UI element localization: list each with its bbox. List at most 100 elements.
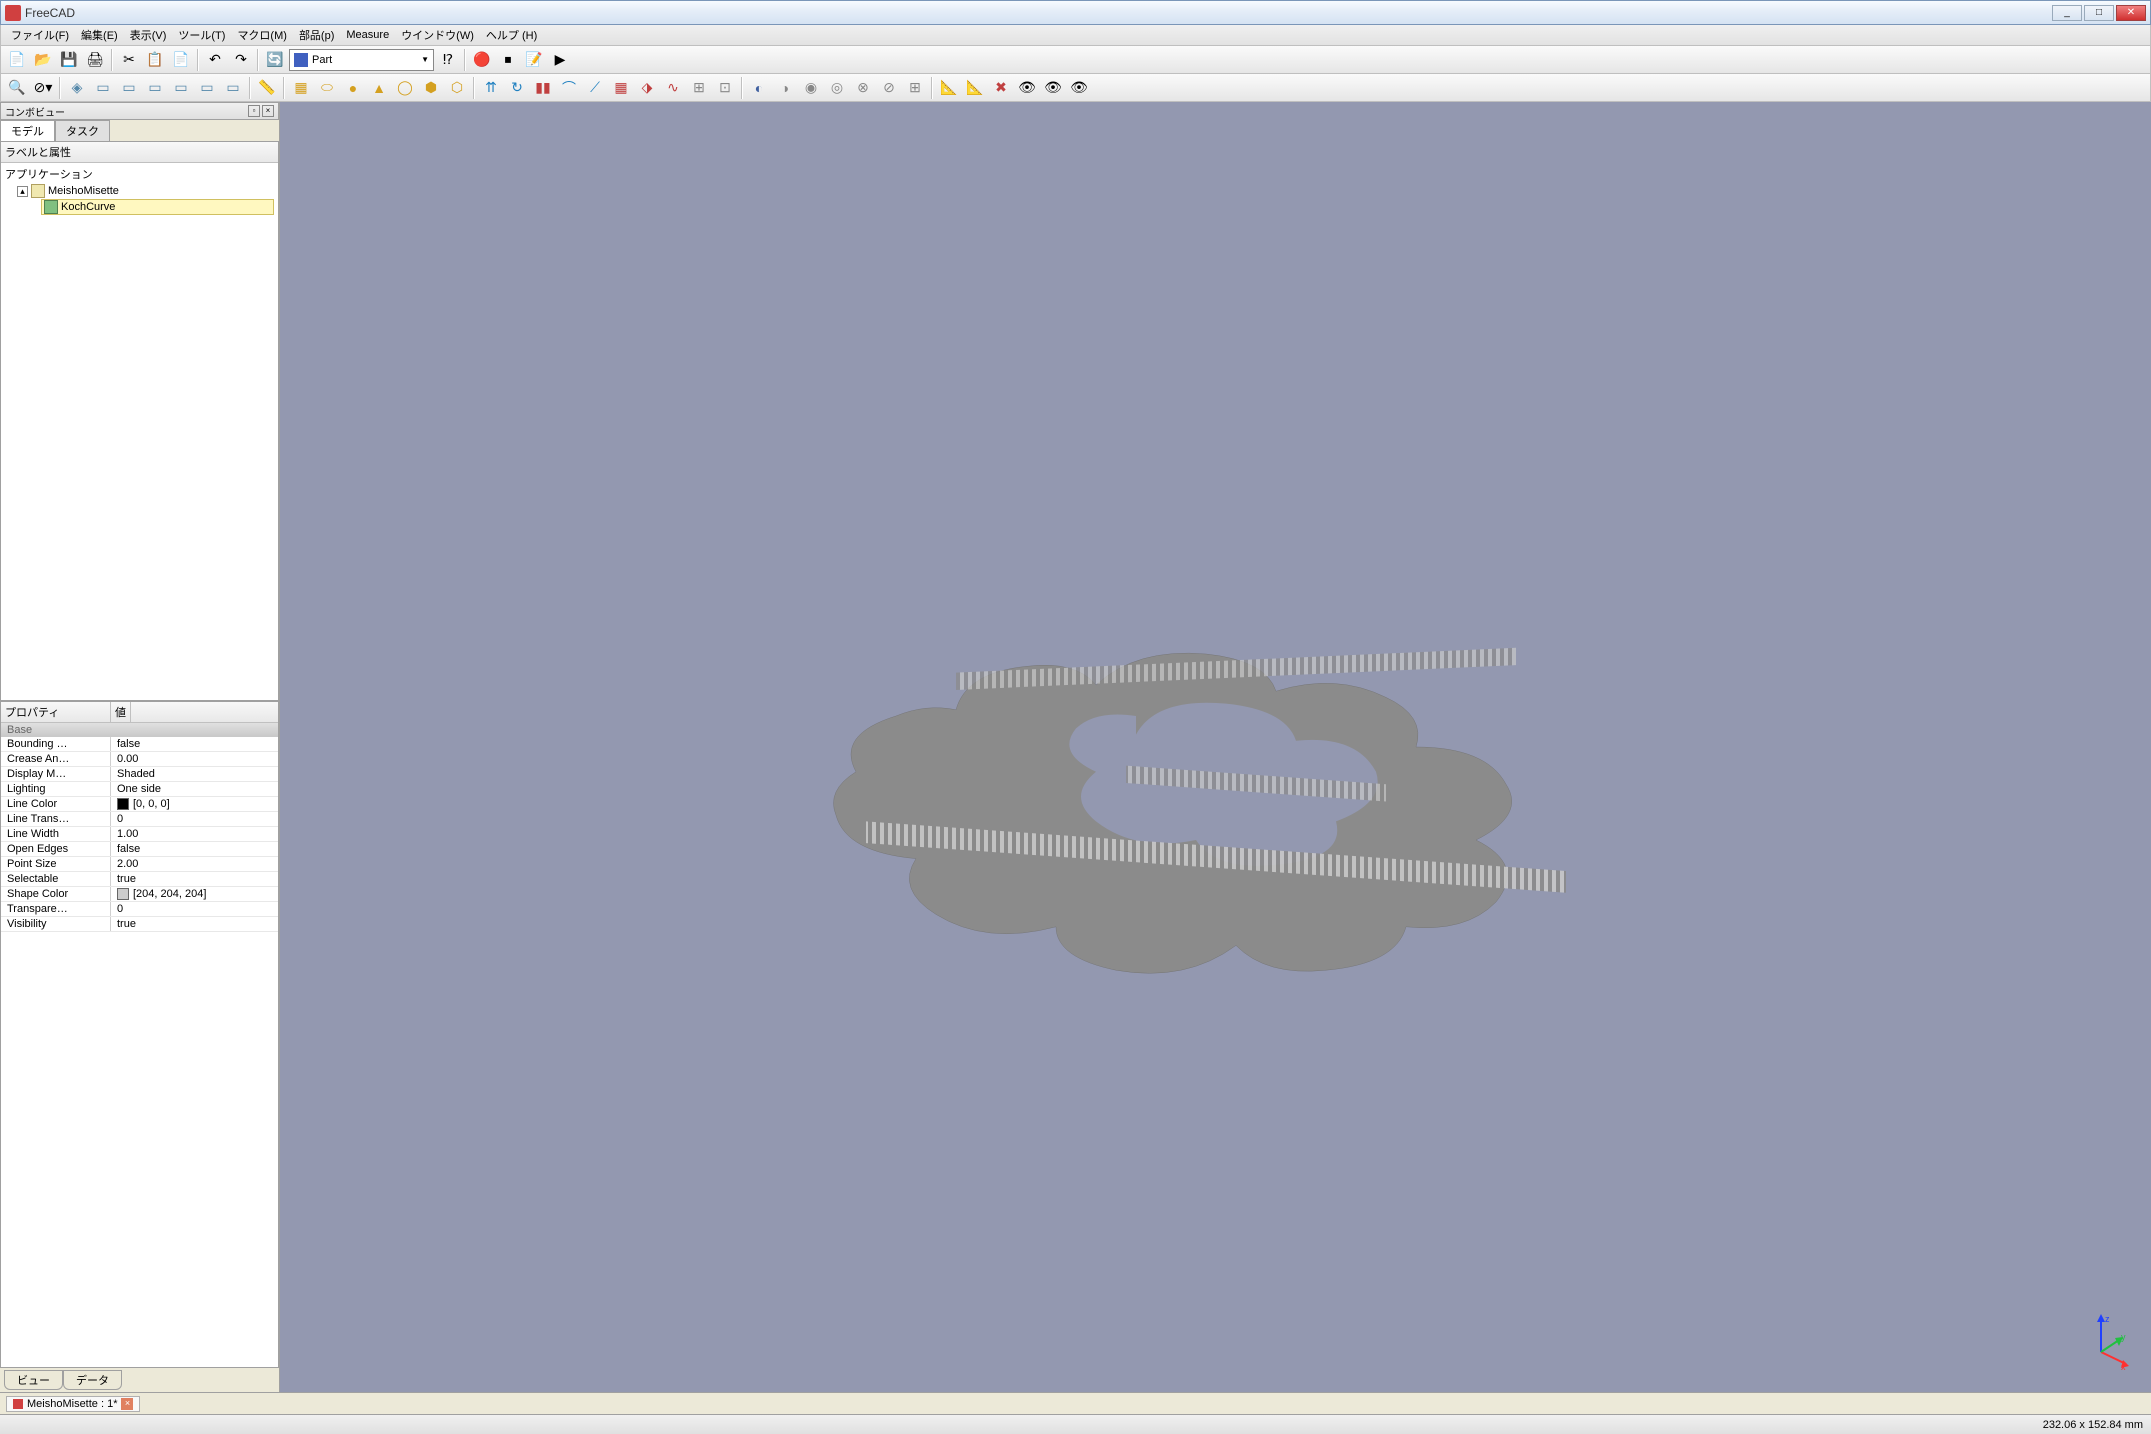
measure-linear-button[interactable]: 📐 — [937, 76, 961, 100]
union-button[interactable]: ◉ — [799, 76, 823, 100]
save-button[interactable]: 💾 — [57, 48, 81, 72]
refresh-button[interactable]: 🔄 — [263, 48, 287, 72]
tree-object[interactable]: KochCurve — [41, 199, 274, 215]
tab-task[interactable]: タスク — [55, 120, 110, 141]
offset-button[interactable]: ⊞ — [687, 76, 711, 100]
top-view-button[interactable]: ▭ — [117, 76, 141, 100]
property-row[interactable]: Line Width1.00 — [1, 827, 278, 842]
ruled-button[interactable]: ▦ — [609, 76, 633, 100]
loft-button[interactable]: ⬗ — [635, 76, 659, 100]
box-button[interactable]: ▦ — [289, 76, 313, 100]
cut-button[interactable]: ✂ — [117, 48, 141, 72]
property-value[interactable]: 0 — [111, 812, 278, 826]
cone-button[interactable]: ▲ — [367, 76, 391, 100]
property-row[interactable]: Shape Color[204, 204, 204] — [1, 887, 278, 902]
property-row[interactable]: Transpare…0 — [1, 902, 278, 917]
collapse-icon[interactable]: ▴ — [17, 186, 28, 197]
measure-angular-button[interactable]: 📐 — [963, 76, 987, 100]
close-button[interactable]: ✕ — [2116, 5, 2146, 21]
menu-file[interactable]: ファイル(F) — [5, 25, 75, 45]
macro-stop-button[interactable]: ⏹ — [496, 48, 520, 72]
right-view-button[interactable]: ▭ — [143, 76, 167, 100]
tree-root[interactable]: アプリケーション — [5, 165, 274, 183]
fit-all-button[interactable]: 🔍 — [5, 76, 29, 100]
property-value[interactable]: Shaded — [111, 767, 278, 781]
workbench-selector[interactable]: Part ▼ — [289, 49, 434, 71]
cross-button[interactable]: ⊘ — [877, 76, 901, 100]
property-value[interactable]: [204, 204, 204] — [111, 887, 278, 901]
paste-button[interactable]: 📄 — [169, 48, 193, 72]
copy-button[interactable]: 📋 — [143, 48, 167, 72]
menu-edit[interactable]: 編集(E) — [75, 25, 124, 45]
3d-viewport[interactable]: z x y — [280, 102, 2151, 1392]
dock-float-button[interactable]: ▫ — [248, 105, 260, 117]
property-row[interactable]: Display M…Shaded — [1, 767, 278, 782]
boolean-button[interactable]: ◐ — [747, 76, 771, 100]
measure-button[interactable]: 📏 — [255, 76, 279, 100]
property-value[interactable]: 1.00 — [111, 827, 278, 841]
property-value[interactable]: true — [111, 917, 278, 931]
new-button[interactable]: 📄 — [5, 48, 29, 72]
bottom-view-button[interactable]: ▭ — [195, 76, 219, 100]
redo-button[interactable]: ↷ — [229, 48, 253, 72]
menu-part[interactable]: 部品(p) — [293, 25, 340, 45]
compound-button[interactable]: ⊞ — [903, 76, 927, 100]
property-value[interactable]: [0, 0, 0] — [111, 797, 278, 811]
close-tab-button[interactable]: × — [121, 1398, 133, 1410]
shapebuilder-button[interactable]: ⬡ — [445, 76, 469, 100]
measure-clear-button[interactable]: ✖ — [989, 76, 1013, 100]
intersect-button[interactable]: ◎ — [825, 76, 849, 100]
section-button[interactable]: ⊗ — [851, 76, 875, 100]
whatsthis-button[interactable]: ⁉ — [436, 48, 460, 72]
left-view-button[interactable]: ▭ — [221, 76, 245, 100]
macro-run-button[interactable]: ▶ — [548, 48, 572, 72]
property-row[interactable]: Crease An…0.00 — [1, 752, 278, 767]
thickness-button[interactable]: ⊡ — [713, 76, 737, 100]
doc-tab-active[interactable]: MeishoMisette : 1* × — [6, 1396, 140, 1412]
measure-toggle-button[interactable]: 👁 — [1015, 76, 1039, 100]
property-value[interactable]: 0 — [111, 902, 278, 916]
cylinder-button[interactable]: ⬭ — [315, 76, 339, 100]
print-button[interactable]: 🖨 — [83, 48, 107, 72]
draw-style-button[interactable]: ⊘▾ — [31, 76, 55, 100]
minimize-button[interactable]: _ — [2052, 5, 2082, 21]
property-row[interactable]: Point Size2.00 — [1, 857, 278, 872]
property-value[interactable]: 0.00 — [111, 752, 278, 766]
fillet-button[interactable]: ⌒ — [557, 76, 581, 100]
menu-tools[interactable]: ツール(T) — [172, 25, 231, 45]
rear-view-button[interactable]: ▭ — [169, 76, 193, 100]
tree-doc[interactable]: ▴ MeishoMisette — [17, 183, 274, 199]
tab-model[interactable]: モデル — [0, 120, 55, 141]
tab-view[interactable]: ビュー — [4, 1370, 63, 1390]
property-row[interactable]: LightingOne side — [1, 782, 278, 797]
menu-view[interactable]: 表示(V) — [124, 25, 173, 45]
property-row[interactable]: Open Edgesfalse — [1, 842, 278, 857]
measure-toggle3d-button[interactable]: 👁 — [1041, 76, 1065, 100]
macro-edit-button[interactable]: 📝 — [522, 48, 546, 72]
property-value[interactable]: false — [111, 737, 278, 751]
menu-windows[interactable]: ウインドウ(W) — [395, 25, 480, 45]
tab-data[interactable]: データ — [63, 1370, 122, 1390]
menu-measure[interactable]: Measure — [340, 27, 395, 43]
torus-button[interactable]: ◯ — [393, 76, 417, 100]
revolve-button[interactable]: ↻ — [505, 76, 529, 100]
undo-button[interactable]: ↶ — [203, 48, 227, 72]
tree-view[interactable]: ラベルと属性 アプリケーション ▴ MeishoMisette KochCurv… — [0, 141, 279, 701]
measure-toggledelta-button[interactable]: 👁 — [1067, 76, 1091, 100]
property-row[interactable]: Selectabletrue — [1, 872, 278, 887]
property-value[interactable]: false — [111, 842, 278, 856]
cut-bool-button[interactable]: ◑ — [773, 76, 797, 100]
primitives-button[interactable]: ⬢ — [419, 76, 443, 100]
maximize-button[interactable]: □ — [2084, 5, 2114, 21]
sphere-button[interactable]: ● — [341, 76, 365, 100]
open-button[interactable]: 📂 — [31, 48, 55, 72]
property-row[interactable]: Visibilitytrue — [1, 917, 278, 932]
front-view-button[interactable]: ▭ — [91, 76, 115, 100]
property-row[interactable]: Line Trans…0 — [1, 812, 278, 827]
menu-macro[interactable]: マクロ(M) — [231, 25, 293, 45]
menu-help[interactable]: ヘルプ (H) — [480, 25, 543, 45]
iso-view-button[interactable]: ◈ — [65, 76, 89, 100]
property-row[interactable]: Bounding …false — [1, 737, 278, 752]
mirror-button[interactable]: ▮▮ — [531, 76, 555, 100]
property-value[interactable]: One side — [111, 782, 278, 796]
